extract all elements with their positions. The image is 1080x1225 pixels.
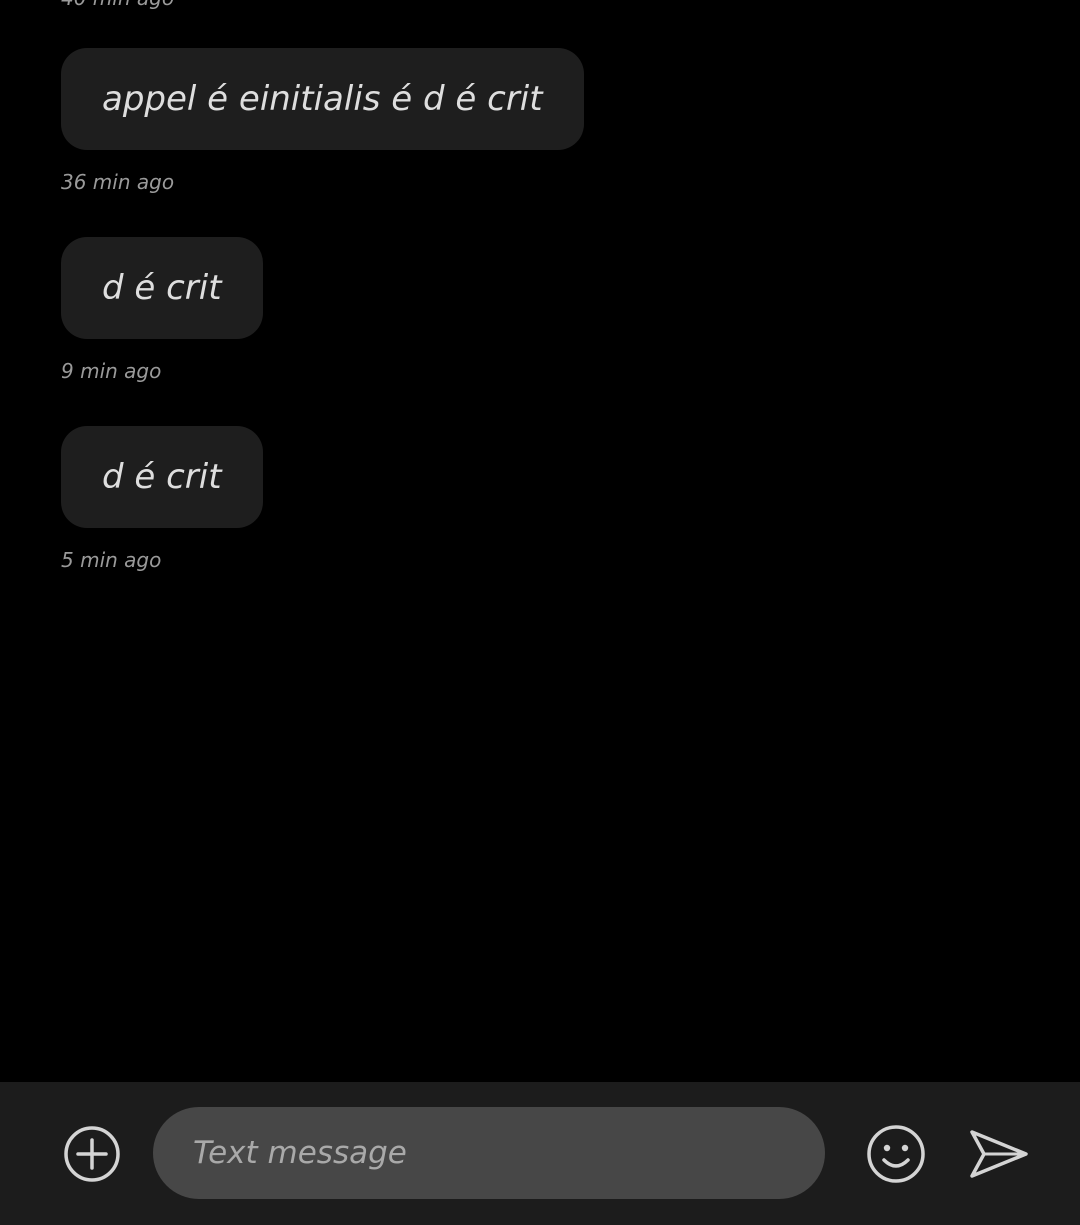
send-arrow-icon[interactable] bbox=[968, 1128, 1030, 1184]
message-item: appel é einitialis é d é crit 36 min ago bbox=[61, 48, 584, 194]
message-item: d é crit 9 min ago bbox=[61, 237, 263, 383]
message-input[interactable] bbox=[193, 1107, 793, 1199]
message-input-container[interactable] bbox=[153, 1107, 825, 1199]
smiley-icon[interactable] bbox=[866, 1124, 926, 1188]
message-composer bbox=[0, 1082, 1080, 1225]
message-bubble[interactable]: d é crit bbox=[61, 426, 263, 528]
message-timestamp: 36 min ago bbox=[61, 170, 175, 194]
message-timestamp: 5 min ago bbox=[61, 548, 162, 572]
message-item: d é crit 5 min ago bbox=[61, 426, 263, 572]
plus-circle-icon[interactable] bbox=[63, 1125, 121, 1187]
message-timestamp: 40 min ago bbox=[61, 0, 174, 10]
message-timestamp: 9 min ago bbox=[61, 359, 162, 383]
message-bubble[interactable]: appel é einitialis é d é crit bbox=[61, 48, 584, 150]
message-thread[interactable]: 40 min ago appel é einitialis é d é crit… bbox=[0, 0, 1080, 1082]
message-bubble[interactable]: d é crit bbox=[61, 237, 263, 339]
